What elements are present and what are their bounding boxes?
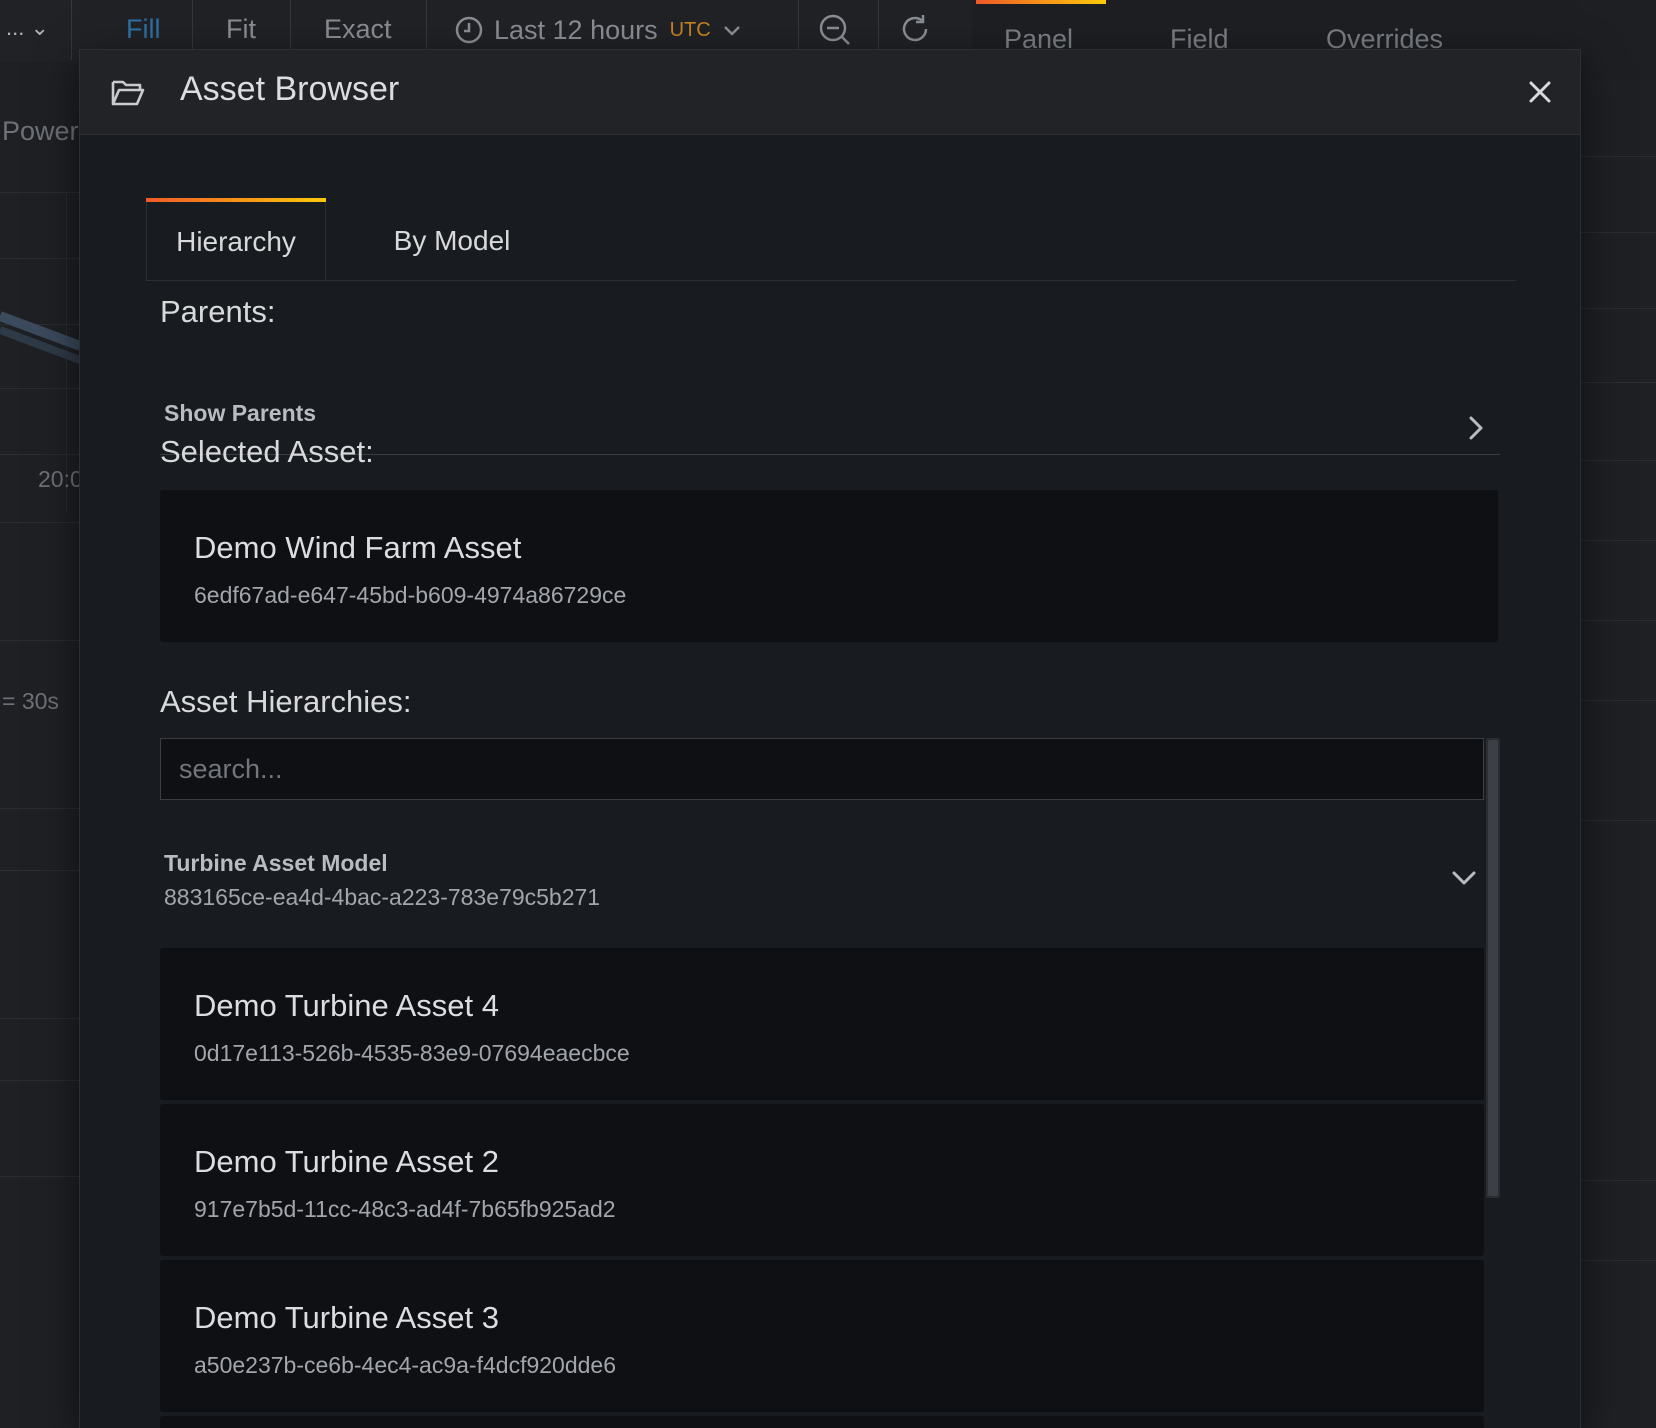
selected-asset-id: 6edf67ad-e647-45bd-b609-4974a86729ce	[194, 582, 627, 608]
panel-title: Power	[2, 116, 79, 146]
asset-list-item[interactable]: Demo Turbine Asset 2 917e7b5d-11cc-48c3-…	[160, 1104, 1484, 1256]
selected-asset-card: Demo Wind Farm Asset 6edf67ad-e647-45bd-…	[160, 490, 1498, 642]
asset-name: Demo Turbine Asset 4	[194, 988, 499, 1023]
chevron-down-icon: ⌄	[30, 15, 49, 40]
modal-header: Asset Browser	[80, 50, 1580, 135]
zoom-out-icon[interactable]	[818, 13, 852, 47]
asset-browser-modal: Asset Browser Hierarchy By Model Parents…	[80, 50, 1580, 1428]
panel-dropdown-label: ...	[6, 15, 25, 40]
asset-name: Demo Turbine Asset 3	[194, 1300, 499, 1335]
series-line	[0, 311, 80, 364]
asset-id: 0d17e113-526b-4535-83e9-07694eaecbce	[194, 1040, 630, 1066]
axis-tick-label: 20:0	[38, 466, 83, 492]
scrollbar[interactable]	[1486, 738, 1500, 1198]
search-input[interactable]	[160, 738, 1484, 800]
clock-icon	[455, 16, 483, 44]
asset-name: Demo Turbine Asset 2	[194, 1144, 499, 1179]
interval-label: = 30s	[2, 688, 59, 714]
timezone-label: UTC	[669, 18, 711, 41]
scrollbar-thumb[interactable]	[1488, 740, 1498, 1196]
parents-heading: Parents:	[160, 294, 276, 329]
chevron-down-icon	[723, 26, 740, 36]
show-parents-label: Show Parents	[164, 400, 317, 426]
asset-hierarchies-heading: Asset Hierarchies:	[160, 684, 412, 719]
asset-id: a50e237b-ce6b-4ec4-ac9a-f4dcf920dde6	[194, 1352, 616, 1378]
time-range-label: Last 12 hours	[494, 14, 658, 45]
active-tab-indicator	[976, 0, 1106, 4]
asset-id: 917e7b5d-11cc-48c3-ad4f-7b65fb925ad2	[194, 1196, 616, 1222]
panel-dropdown[interactable]: ... ⌄	[0, 0, 72, 60]
model-name: Turbine Asset Model	[164, 850, 388, 876]
refresh-icon[interactable]	[898, 12, 932, 46]
panel-preview: Power 20:0 = 30s	[0, 62, 83, 1428]
selected-asset-name: Demo Wind Farm Asset	[194, 530, 522, 565]
chevron-right-icon	[1469, 416, 1483, 440]
asset-list-item[interactable]: Demo Turbine Asset 4 0d17e113-526b-4535-…	[160, 948, 1484, 1100]
asset-list-item[interactable]	[160, 1416, 1484, 1428]
tab-by-model[interactable]: By Model	[372, 198, 532, 280]
browser-tabs: Hierarchy By Model	[146, 198, 1516, 281]
options-pane	[1580, 80, 1656, 1428]
selected-asset-heading: Selected Asset:	[160, 434, 374, 469]
model-id: 883165ce-ea4d-4bac-a223-783e79c5b271	[164, 884, 601, 910]
close-icon[interactable]	[1520, 72, 1560, 112]
folder-open-icon	[111, 80, 145, 106]
asset-list-item[interactable]: Demo Turbine Asset 3 a50e237b-ce6b-4ec4-…	[160, 1260, 1484, 1412]
modal-title: Asset Browser	[180, 70, 400, 108]
tab-hierarchy[interactable]: Hierarchy	[146, 198, 326, 280]
chevron-down-icon	[1452, 871, 1476, 885]
model-group-header[interactable]: Turbine Asset Model 883165ce-ea4d-4bac-a…	[160, 840, 1484, 940]
